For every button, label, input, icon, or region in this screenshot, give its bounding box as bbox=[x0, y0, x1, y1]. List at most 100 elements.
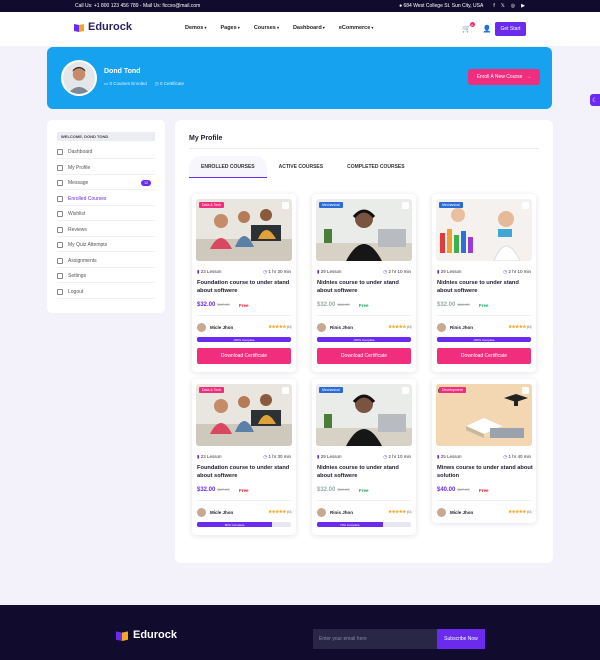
review-count: (44) bbox=[286, 510, 292, 514]
free-label: Free bbox=[359, 303, 369, 308]
author-name[interactable]: Micle Jhon bbox=[210, 510, 233, 515]
instagram-icon[interactable]: ◎ bbox=[511, 3, 515, 9]
sidebar-item-logout[interactable]: Logout bbox=[57, 286, 155, 299]
lesson-count: ▮ 25 Lesson bbox=[437, 454, 462, 459]
menu-courses[interactable]: Courses bbox=[254, 25, 279, 31]
menu-ecommerce[interactable]: eCommerce bbox=[339, 25, 374, 31]
sidebar-item-assignments[interactable]: Assignments bbox=[57, 255, 155, 268]
social-links: f 𝕏 ◎ ▶ bbox=[493, 3, 525, 9]
sidebar-welcome: WELCOME, DOND TOND bbox=[57, 132, 155, 141]
review-count: (44) bbox=[286, 325, 292, 329]
newsletter-email-field[interactable]: Enter your email here bbox=[313, 629, 439, 649]
progress-fill: 100% Complete bbox=[437, 337, 531, 342]
menu-pages[interactable]: Pages bbox=[220, 25, 239, 31]
course-thumbnail[interactable]: Data & Tech bbox=[196, 384, 292, 446]
footer-logo[interactable]: Edurock bbox=[116, 629, 177, 641]
old-price: $69.00 bbox=[337, 302, 350, 307]
course-thumbnail[interactable]: Mechanical bbox=[316, 384, 412, 446]
course-thumbnail[interactable]: Mechanical bbox=[436, 199, 532, 261]
sidebar-item-reviews[interactable]: Reviews bbox=[57, 224, 155, 237]
sidebar-item-quiz-attempts[interactable]: My Quiz Attempts bbox=[57, 239, 155, 252]
author-name[interactable]: Rinis Jhon bbox=[450, 325, 473, 330]
course-card[interactable]: Mechanical ▮ 29 Lesson ◷ 2 hr 10 min Nidnie… bbox=[432, 194, 536, 372]
progress-label: 100% Complete bbox=[233, 337, 255, 342]
dark-mode-toggle-icon[interactable]: ☾ bbox=[590, 94, 600, 106]
author-name[interactable]: Micle Jhon bbox=[210, 325, 233, 330]
free-label: Free bbox=[239, 488, 249, 493]
profile-meta: ▭ 0 Courses Enroled ◷ 0 Certificate bbox=[104, 81, 184, 87]
profile-avatar bbox=[61, 60, 97, 96]
tab-completed-courses[interactable]: COMPLETED COURSES bbox=[335, 156, 417, 178]
free-label: Free bbox=[479, 488, 489, 493]
enroll-new-course-button[interactable]: Enroll A New Course → bbox=[468, 69, 540, 85]
facebook-icon[interactable]: f bbox=[493, 3, 494, 9]
rating-stars-icon: ★★★★★(44) bbox=[388, 509, 411, 514]
course-title[interactable]: Nidnies course to under stand about soft… bbox=[437, 280, 533, 296]
sidebar-item-label: Message bbox=[68, 180, 89, 186]
progress-fill: 100% Complete bbox=[317, 337, 411, 342]
course-duration: ◷ 1 hr 40 min bbox=[503, 454, 531, 459]
course-card[interactable]: Data & Tech ▮ 23 Lesson ◷ 1 hr 30 min Found… bbox=[192, 194, 296, 372]
course-category-tag: Mechanical bbox=[319, 202, 343, 208]
course-thumbnail[interactable]: Mechanical bbox=[316, 199, 412, 261]
course-title[interactable]: Nidnies course to under stand about soft… bbox=[317, 465, 413, 481]
menu-item-icon bbox=[57, 226, 63, 233]
subscribe-button[interactable]: Subscribe Now bbox=[437, 629, 485, 649]
course-card[interactable]: Mechanical ▮ 29 Lesson ◷ 2 hr 10 min Nidnie… bbox=[312, 379, 416, 535]
book-logo-icon bbox=[74, 24, 84, 32]
course-title[interactable]: Nidnies course to under stand about soft… bbox=[317, 280, 413, 296]
sidebar-item-message[interactable]: Message 12 bbox=[57, 177, 155, 190]
course-title[interactable]: Foundation course to under stand about s… bbox=[197, 280, 293, 296]
twitter-icon[interactable]: 𝕏 bbox=[501, 3, 505, 9]
course-thumbnail[interactable]: Data & Tech bbox=[196, 199, 292, 261]
menu-item-icon bbox=[57, 180, 63, 186]
course-title[interactable]: Minws course to under stand about soluti… bbox=[437, 465, 533, 481]
course-card[interactable]: Data & Tech ▮ 23 Lesson ◷ 1 hr 30 min Found… bbox=[192, 379, 296, 535]
sidebar-item-settings[interactable]: Settings bbox=[57, 270, 155, 283]
download-certificate-button[interactable]: Download Certificate bbox=[197, 348, 291, 364]
bookmark-icon[interactable] bbox=[522, 387, 529, 394]
menu-dashboard[interactable]: Dashboard bbox=[293, 25, 325, 31]
arrow-right-icon: → bbox=[526, 74, 532, 80]
sidebar-item-label: Reviews bbox=[68, 226, 87, 233]
course-category-tag: Data & Tech bbox=[199, 387, 225, 393]
divider bbox=[317, 500, 411, 501]
user-icon[interactable]: 👤 bbox=[483, 25, 492, 33]
course-card[interactable]: Mechanical ▮ 29 Lesson ◷ 2 hr 10 min Nidnie… bbox=[312, 194, 416, 372]
bookmark-icon[interactable] bbox=[522, 202, 529, 209]
download-certificate-button[interactable]: Download Certificate bbox=[317, 348, 411, 364]
progress-bar: 100% Complete bbox=[437, 337, 531, 342]
course-price: $32.00 $69.00 bbox=[317, 487, 350, 493]
sidebar-item-label: My Profile bbox=[68, 164, 91, 171]
tab-active-courses[interactable]: ACTIVE COURSES bbox=[267, 156, 335, 178]
course-duration: ◷ 1 hr 30 min bbox=[263, 454, 291, 459]
bookmark-icon[interactable] bbox=[402, 202, 409, 209]
book-logo-icon bbox=[116, 631, 128, 641]
lesson-count: ▮ 23 Lesson bbox=[197, 454, 222, 459]
course-card[interactable]: UCATIONDevelopment ▮ 25 Lesson ◷ 1 hr 40 m… bbox=[432, 379, 536, 523]
brand-logo[interactable]: Edurock bbox=[74, 21, 132, 33]
author-name[interactable]: Rinis Jhon bbox=[330, 325, 353, 330]
free-label: Free bbox=[479, 303, 489, 308]
rating-stars-icon: ★★★★★(44) bbox=[268, 324, 292, 329]
download-certificate-button[interactable]: Download Certificate bbox=[437, 348, 531, 364]
bookmark-icon[interactable] bbox=[282, 202, 289, 209]
old-price: $69.00 bbox=[457, 302, 470, 307]
tab-enrolled-courses[interactable]: ENROLLED COURSES bbox=[189, 156, 267, 178]
menu-demos[interactable]: Demos bbox=[185, 25, 206, 31]
bookmark-icon[interactable] bbox=[282, 387, 289, 394]
author-name[interactable]: Micle Jhon bbox=[450, 510, 473, 515]
sidebar-item-my-profile[interactable]: My Profile bbox=[57, 162, 155, 175]
sidebar-item-dashboard[interactable]: Dashboard bbox=[57, 146, 155, 159]
course-thumbnail[interactable]: UCATIONDevelopment bbox=[436, 384, 532, 446]
sidebar-item-wishlist[interactable]: Wishlist bbox=[57, 208, 155, 221]
course-title[interactable]: Foundation course to under stand about s… bbox=[197, 465, 293, 481]
author-name[interactable]: Rinis Jhon bbox=[330, 510, 353, 515]
bookmark-icon[interactable] bbox=[402, 387, 409, 394]
get-start-button[interactable]: Get Start bbox=[495, 22, 526, 36]
cart-icon[interactable]: 🛒 0 bbox=[462, 22, 475, 33]
youtube-icon[interactable]: ▶ bbox=[521, 3, 525, 9]
rating-stars-icon: ★★★★★(44) bbox=[508, 509, 531, 514]
sidebar-item-enrolled-courses[interactable]: Enrolled Courses bbox=[57, 193, 155, 206]
nav-icons: 🛒 0 👤 bbox=[462, 22, 492, 33]
